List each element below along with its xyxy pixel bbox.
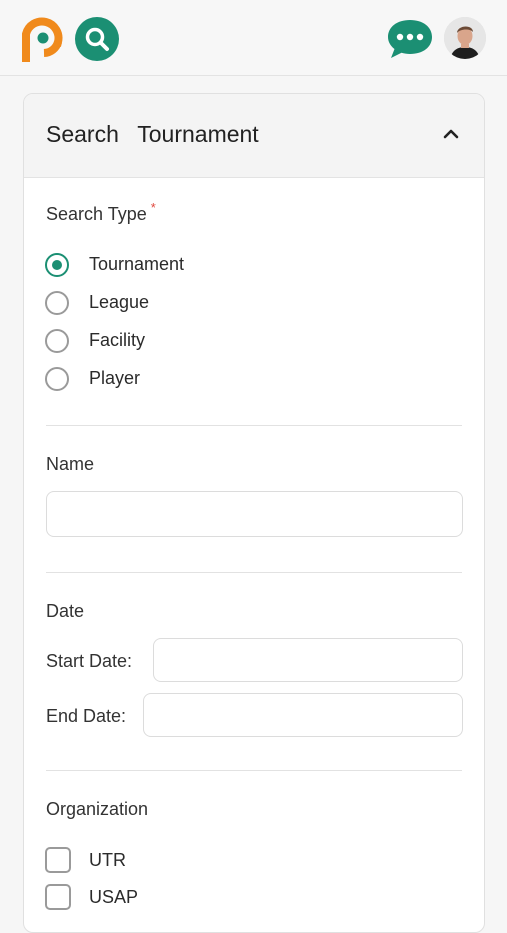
panel-header[interactable]: Search Tournament [24, 94, 484, 178]
search-tournament-panel: Search Tournament Search Type * Tournamen… [23, 93, 485, 933]
date-label: Date [46, 601, 85, 621]
end-date-input[interactable] [143, 693, 463, 737]
search-icon [85, 27, 109, 51]
pc-logo-icon[interactable] [20, 16, 68, 64]
radio-button[interactable] [45, 329, 69, 353]
name-input[interactable] [46, 491, 463, 537]
radio-label: League [89, 292, 150, 312]
required-mark: * [150, 200, 156, 215]
radio-label: Player [89, 368, 141, 388]
start-date-input[interactable] [153, 638, 463, 682]
end-date-label: End Date: [46, 706, 127, 726]
chat-button[interactable] [386, 17, 434, 61]
radio-button[interactable] [45, 291, 69, 315]
search-button[interactable] [75, 17, 119, 61]
name-label: Name [46, 454, 95, 474]
checkbox[interactable] [45, 884, 71, 910]
checkbox[interactable] [45, 847, 71, 873]
user-avatar[interactable] [444, 17, 486, 59]
top-bar [0, 0, 507, 76]
organization-label: Organization [46, 799, 149, 819]
radio-button-checked[interactable] [45, 253, 69, 277]
radio-button[interactable] [45, 367, 69, 391]
radio-label: Facility [89, 330, 146, 350]
section-divider [46, 425, 462, 426]
chat-bubble-icon [388, 20, 432, 58]
chevron-up-icon[interactable] [442, 127, 460, 139]
checkbox-label: UTR [89, 850, 126, 870]
checkbox-label: USAP [89, 887, 139, 907]
section-divider [46, 572, 462, 573]
section-divider [46, 770, 462, 771]
radio-label: Tournament [89, 254, 185, 274]
search-type-label: Search Type * [46, 200, 156, 224]
start-date-label: Start Date: [46, 651, 133, 671]
panel-title: Search Tournament [46, 121, 259, 147]
